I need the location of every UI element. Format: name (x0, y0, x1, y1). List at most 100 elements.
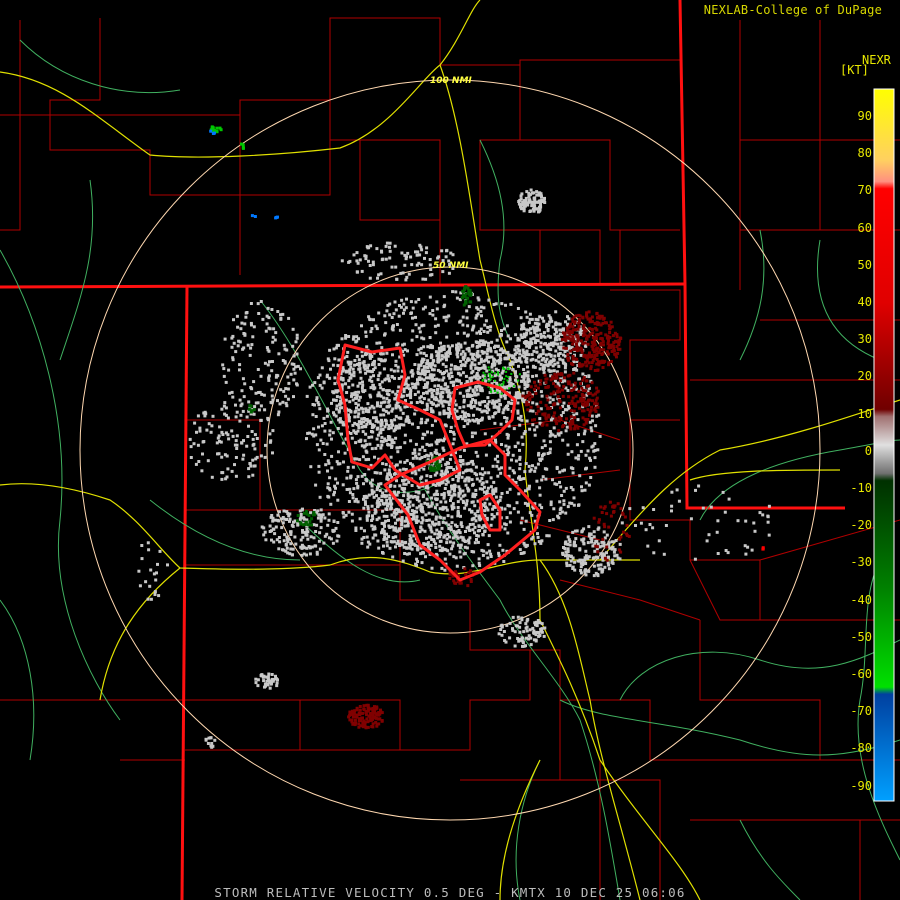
echo-pixel (335, 539, 339, 543)
echo-pixel (510, 372, 513, 375)
echo-pixel (395, 518, 399, 522)
echo-pixel (358, 517, 362, 521)
echo-pixel (510, 458, 513, 462)
echo-pixel (395, 493, 399, 497)
echo-pixel (549, 503, 553, 507)
echo-pixel (542, 452, 545, 456)
echo-pixel (582, 323, 586, 327)
echo-pixel (459, 581, 463, 585)
echo-pixel (546, 364, 550, 368)
echo-pixel (240, 321, 244, 325)
echo-pixel (545, 394, 549, 398)
echo-pixel (600, 359, 604, 363)
echo-pixel (411, 385, 415, 389)
echo-pixel (473, 431, 477, 435)
echo-pixel (262, 679, 266, 683)
echo-pixel (556, 361, 560, 365)
echo-pixel (285, 404, 289, 408)
echo-pixel (357, 412, 361, 416)
echo-pixel (548, 407, 552, 410)
echo-pixel (488, 502, 492, 506)
echo-pixel (377, 273, 381, 277)
echo-pixel (495, 338, 499, 342)
echo-pixel (437, 521, 441, 524)
echo-pixel (371, 716, 375, 719)
echo-pixel (487, 400, 491, 404)
echo-pixel (390, 513, 394, 517)
echo-pixel (353, 391, 357, 395)
echo-pixel (482, 371, 485, 374)
echo-pixel (485, 352, 489, 356)
echo-pixel (465, 309, 469, 313)
echo-pixel (526, 617, 530, 621)
echo-pixel (466, 413, 470, 416)
echo-pixel (286, 397, 290, 401)
echo-pixel (488, 346, 492, 350)
echo-pixel (466, 422, 470, 426)
echo-pixel (414, 300, 418, 304)
echo-pixel (493, 390, 496, 392)
echo-pixel (330, 437, 333, 441)
echo-pixel (295, 383, 299, 387)
echo-pixel (301, 530, 305, 534)
echo-pixel (308, 519, 312, 523)
echo-pixel (564, 429, 568, 433)
echo-pixel (496, 391, 499, 394)
echo-pixel (502, 366, 505, 369)
echo-pixel (559, 341, 563, 345)
echo-pixel (361, 380, 364, 384)
echo-pixel (383, 468, 387, 472)
echo-pixel (477, 561, 481, 565)
echo-pixel (533, 200, 537, 204)
echo-pixel (613, 331, 617, 335)
echo-pixel (358, 439, 362, 443)
echo-pixel (313, 381, 317, 385)
echo-pixel (305, 527, 309, 531)
echo-pixel (491, 376, 494, 379)
echo-pixel (443, 557, 447, 561)
echo-pixel (375, 471, 379, 475)
echo-pixel (371, 263, 375, 267)
echo-pixel (415, 515, 419, 519)
echo-pixel (462, 425, 466, 428)
echo-pixel (240, 441, 244, 445)
echo-pixel (500, 466, 503, 470)
echo-pixel (466, 324, 470, 328)
echo-pixel (500, 492, 504, 495)
echo-pixel (375, 724, 379, 728)
echo-pixel (525, 344, 529, 348)
echo-pixel (485, 369, 489, 373)
echo-pixel (496, 454, 499, 458)
echo-pixel (474, 340, 478, 344)
echo-pixel (431, 309, 435, 312)
echo-pixel (384, 321, 388, 325)
echo-pixel (408, 387, 411, 391)
echo-pixel (494, 489, 498, 493)
scale-tick-label: 0 (864, 443, 872, 458)
echo-pixel (504, 444, 508, 448)
echo-pixel (381, 509, 385, 513)
echo-pixel (527, 487, 531, 491)
echo-pixel (426, 345, 430, 349)
echo-pixel (456, 331, 460, 335)
echo-pixel (370, 327, 374, 330)
echo-pixel (525, 419, 529, 423)
echo-pixel (350, 519, 354, 523)
echo-pixel (417, 348, 421, 352)
echo-pixel (599, 505, 603, 509)
echo-pixel (470, 394, 474, 398)
echo-pixel (233, 443, 237, 447)
echo-pixel (345, 476, 349, 480)
echo-pixel (447, 372, 451, 376)
echo-pixel (371, 363, 374, 367)
echo-pixel (572, 503, 576, 507)
echo-pixel (263, 455, 267, 459)
echo-pixel (224, 431, 228, 435)
echo-pixel (569, 426, 573, 430)
echo-pixel (458, 491, 462, 495)
echo-pixel (569, 466, 573, 470)
echo-pixel (460, 363, 464, 367)
echo-pixel (309, 511, 313, 515)
echo-pixel (361, 407, 365, 411)
echo-pixel (522, 322, 526, 326)
